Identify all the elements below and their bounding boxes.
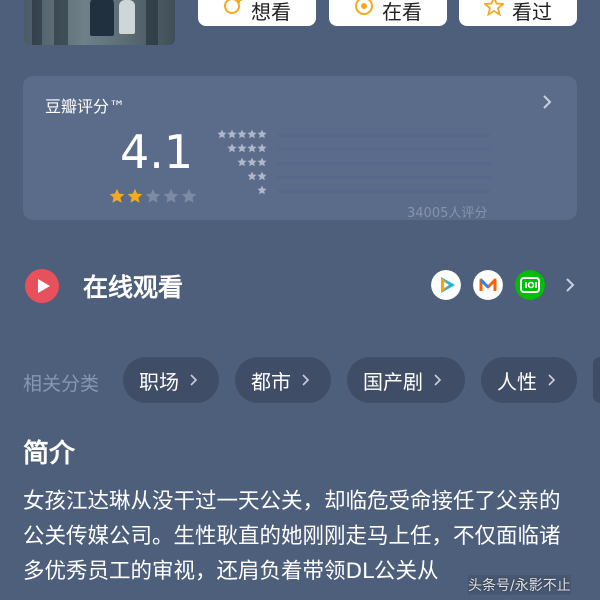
- mini-star-icon: [257, 171, 267, 181]
- distribution-stars: [227, 143, 267, 153]
- online-watch-title[interactable]: 在线观看: [83, 268, 183, 304]
- star-outline-icon: [484, 0, 504, 16]
- distribution-bar: [277, 162, 491, 165]
- watermark: 头条号/永影不止: [468, 575, 571, 595]
- chip-label: 国产剧: [363, 369, 423, 394]
- star-empty-icon: [181, 188, 197, 203]
- rating-title: 豆瓣评分™: [45, 97, 126, 116]
- watched-label: 看过: [512, 0, 552, 24]
- watching-label: 在看: [382, 0, 422, 24]
- poster-decoration: [32, 0, 42, 45]
- category-chip-more[interactable]: [593, 357, 600, 403]
- mini-star-icon: [247, 143, 257, 153]
- distribution-bar: [277, 148, 491, 151]
- category-chip-humanity[interactable]: 人性: [481, 357, 577, 403]
- chip-label: 职场: [139, 369, 179, 394]
- mini-star-icon: [237, 157, 247, 167]
- mini-star-icon: [257, 129, 267, 139]
- poster-figure: [90, 0, 114, 36]
- play-icon[interactable]: [25, 269, 59, 303]
- mini-star-icon: [227, 129, 237, 139]
- category-chip-domestic-drama[interactable]: 国产剧: [347, 357, 465, 403]
- mini-star-icon: [247, 157, 257, 167]
- category-chip-urban[interactable]: 都市: [235, 357, 331, 403]
- rating-distribution: [215, 128, 491, 198]
- target-icon: [355, 0, 373, 15]
- distribution-bar: [277, 176, 491, 179]
- watched-button[interactable]: 看过: [459, 0, 577, 26]
- distribution-stars: [217, 129, 267, 139]
- mini-star-icon: [247, 129, 257, 139]
- synopsis-title: 简介: [23, 439, 76, 469]
- distribution-row: [215, 184, 491, 198]
- rating-stars: [109, 188, 197, 204]
- category-label: 相关分类: [23, 373, 100, 395]
- mini-star-icon: [257, 157, 267, 167]
- mini-star-icon: [227, 143, 237, 153]
- rating-card[interactable]: 豆瓣评分™ 4.1 34005人评分: [23, 76, 577, 221]
- mini-star-icon: [237, 129, 247, 139]
- chevron-right-icon: [302, 374, 310, 386]
- star-empty-icon: [163, 188, 179, 203]
- category-chip-workplace[interactable]: 职场: [123, 357, 219, 403]
- chevron-right-icon[interactable]: [541, 94, 553, 110]
- plus-heart-icon: [224, 0, 242, 14]
- distribution-stars: [237, 157, 267, 167]
- distribution-stars: [247, 171, 267, 181]
- synopsis-text[interactable]: 女孩江达琳从没干过一天公关，却临危受命接任了父亲的公关传媒公司。生性耿直的她刚刚…: [23, 484, 579, 589]
- iqiyi-icon[interactable]: [515, 270, 545, 300]
- mini-star-icon: [237, 143, 247, 153]
- distribution-row: [215, 142, 491, 156]
- poster-thumbnail[interactable]: [24, 0, 175, 45]
- mgtv-icon[interactable]: [473, 270, 503, 300]
- distribution-row: [215, 170, 491, 184]
- star-filled-icon: [109, 188, 125, 203]
- tencent-video-icon[interactable]: [431, 270, 461, 300]
- chip-label: 都市: [251, 369, 291, 394]
- poster-decoration: [146, 0, 158, 45]
- watching-button[interactable]: 在看: [329, 0, 447, 26]
- want-to-watch-button[interactable]: 想看: [198, 0, 316, 26]
- chevron-right-icon: [190, 374, 198, 386]
- want-to-watch-label: 想看: [251, 0, 291, 24]
- star-filled-icon: [127, 188, 143, 203]
- chevron-right-icon: [434, 374, 442, 386]
- rating-score: 4.1: [120, 125, 194, 179]
- star-empty-icon: [145, 188, 161, 203]
- rating-count: 34005人评分: [407, 206, 488, 221]
- distribution-row: [215, 128, 491, 142]
- distribution-row: [215, 156, 491, 170]
- poster-figure: [119, 0, 135, 34]
- chevron-right-icon: [548, 374, 556, 386]
- mini-star-icon: [247, 171, 257, 181]
- mini-star-icon: [257, 143, 267, 153]
- chevron-right-icon[interactable]: [565, 277, 575, 293]
- distribution-stars: [257, 185, 267, 195]
- poster-decoration: [54, 0, 68, 45]
- mini-star-icon: [257, 185, 267, 195]
- distribution-bar: [277, 134, 491, 137]
- mini-star-icon: [217, 129, 227, 139]
- distribution-bar: [277, 190, 491, 193]
- chip-label: 人性: [497, 369, 537, 394]
